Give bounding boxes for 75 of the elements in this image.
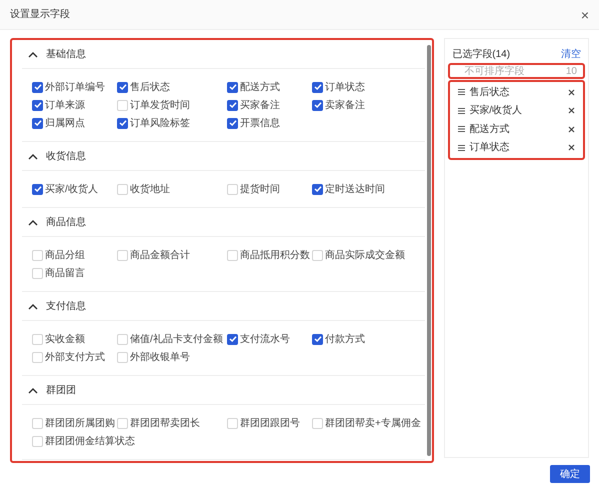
checkbox[interactable] (32, 118, 43, 128)
drag-handle-icon[interactable] (458, 89, 466, 96)
field-label: 订单状态 (325, 80, 365, 94)
field-label: 开票信息 (240, 116, 280, 130)
checkbox[interactable] (227, 334, 238, 344)
checkbox[interactable] (32, 184, 43, 194)
field-label: 商品金额合计 (130, 248, 190, 262)
field-label: 卖家备注 (325, 98, 365, 112)
close-button[interactable]: × (580, 8, 589, 22)
remove-icon[interactable] (568, 144, 575, 152)
field-label: 订单来源 (45, 98, 85, 112)
section-title: 基础信息 (46, 48, 86, 62)
field-label: 群团团跟团号 (240, 416, 300, 430)
field-label: 群团团帮卖团长 (130, 416, 200, 430)
checkbox[interactable] (227, 118, 238, 128)
field-label: 买家/收货人 (45, 182, 98, 196)
checkbox[interactable] (312, 334, 323, 344)
remove-icon[interactable] (568, 88, 575, 96)
field-label: 订单风险标签 (130, 116, 190, 130)
field-label: 订单发货时间 (130, 98, 190, 112)
chevron-up-icon[interactable] (28, 218, 38, 226)
field-label: 商品留言 (45, 266, 85, 280)
section-title: 群团团 (46, 384, 76, 398)
chevron-up-icon[interactable] (28, 386, 38, 394)
checkbox[interactable] (227, 100, 238, 110)
drag-handle-icon[interactable] (458, 108, 466, 114)
field-label: 支付流水号 (240, 332, 290, 346)
field-label: 定时送达时间 (325, 182, 385, 196)
section-title: 商品信息 (46, 216, 86, 230)
section-title: 支付信息 (46, 300, 86, 314)
field-label: 实收金额 (45, 332, 85, 346)
field-label: 储值/礼品卡支付金额 (130, 332, 223, 346)
field-label: 商品分组 (45, 248, 85, 262)
field-label: 归属网点 (45, 116, 85, 130)
checkbox[interactable] (32, 82, 43, 92)
field-label: 收货地址 (130, 182, 170, 196)
dialog-title: 设置显示字段 (10, 8, 70, 22)
confirm-button[interactable]: 确定 (550, 465, 590, 483)
chevron-up-icon[interactable] (28, 302, 38, 310)
fixed-fields-label: 不可排序字段 (464, 64, 524, 78)
selected-field-label: 买家/收货人 (469, 104, 524, 118)
section-title: 收货信息 (46, 150, 86, 164)
checkbox[interactable] (312, 100, 323, 110)
field-label: 商品实际成交金额 (325, 248, 405, 262)
field-label: 群团团帮卖+专属佣金 (325, 416, 421, 430)
checkbox[interactable] (227, 82, 238, 92)
checkbox[interactable] (312, 82, 323, 92)
selected-count-title: 已选字段(14) (452, 48, 510, 62)
checkbox[interactable] (312, 184, 323, 194)
field-label: 外部订单编号 (45, 80, 105, 94)
drag-handle-icon[interactable] (458, 144, 466, 151)
selected-field-label: 配送方式 (469, 122, 510, 137)
field-label: 付款方式 (325, 332, 365, 346)
checkbox[interactable] (32, 100, 43, 110)
checkbox[interactable] (117, 118, 128, 128)
fixed-fields-count: 10 (566, 64, 577, 78)
clear-link[interactable]: 清空 (561, 46, 581, 62)
selected-field-label: 订单状态 (469, 140, 510, 156)
drag-handle-icon[interactable] (458, 126, 466, 132)
chevron-up-icon[interactable] (28, 50, 38, 58)
field-label: 售后状态 (130, 80, 170, 94)
checkbox[interactable] (117, 82, 128, 92)
field-label: 外部支付方式 (45, 350, 105, 364)
field-label: 买家备注 (240, 98, 280, 112)
field-label: 群团团所属团购 (45, 416, 115, 430)
field-label: 商品抵用积分数 (240, 248, 310, 262)
field-label: 配送方式 (240, 80, 280, 94)
remove-icon[interactable] (568, 126, 575, 133)
field-label: 群团团佣金结算状态 (45, 434, 135, 448)
field-label: 外部收银单号 (130, 350, 190, 364)
selected-field-label: 售后状态 (469, 86, 510, 100)
remove-icon[interactable] (568, 107, 575, 114)
scrollbar[interactable] (427, 45, 432, 456)
field-label: 提货时间 (240, 182, 280, 196)
chevron-up-icon[interactable] (28, 152, 38, 160)
